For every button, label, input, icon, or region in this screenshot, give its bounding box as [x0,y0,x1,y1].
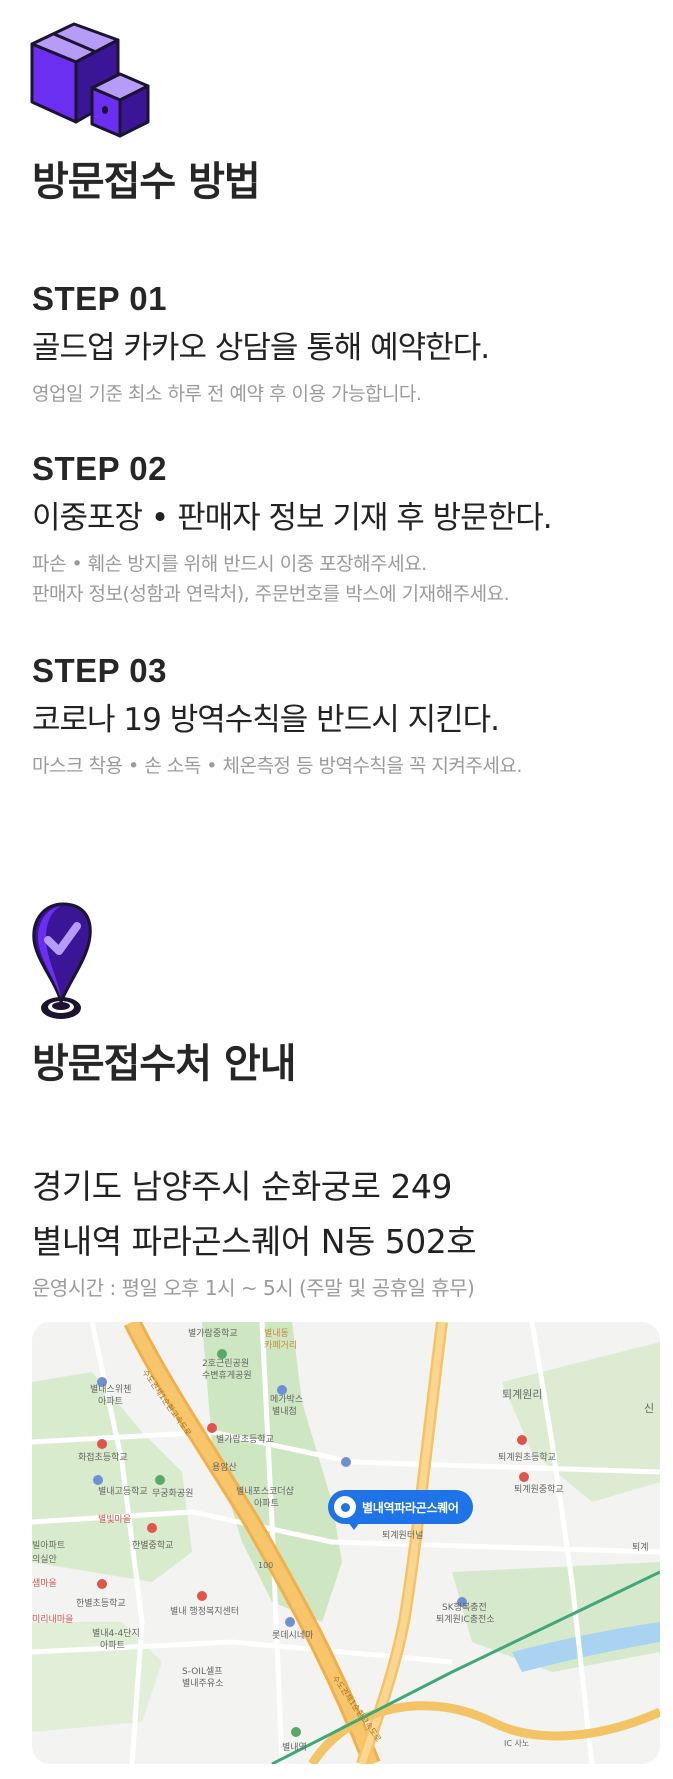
step-2: STEP 02 이중포장 • 판매자 정보 기재 후 방문한다. 파손 • 훼손… [32,452,652,610]
map-location-pin[interactable]: 별내역파라곤스퀘어 [328,1490,473,1524]
map-label: 메가박스 [270,1394,303,1405]
map-label: IC 사노 [504,1739,529,1748]
step-3: STEP 03 코로나 19 방역수칙을 반드시 지킨다. 마스크 착용 • 손… [32,654,652,781]
map-label: 한별중학교 [132,1540,173,1551]
map-label: 별내포스코더샵 [236,1486,294,1497]
map-label: 별내역 [282,1742,307,1753]
map-label: 별내4-4단지 [92,1628,140,1639]
map-label: 퇴계 [632,1541,649,1553]
map-label: 퇴계원리 [502,1388,542,1401]
map-label: 카페거리 [264,1340,297,1351]
map-label: 2호근린공원 [202,1358,249,1369]
map-label: 화접초등학교 [78,1451,128,1463]
map-label: 퇴계원초등학교 [498,1451,556,1463]
map-pin-icon [334,1496,356,1518]
map-label: 별내고등학교 [98,1486,148,1497]
step-desc: 영업일 기준 최소 하루 전 예약 후 이용 가능합니다. [32,383,422,406]
map-label: S-OIL셀프 [182,1666,223,1677]
map-label: 아파트 [98,1396,123,1407]
step-label: STEP 02 [32,450,167,487]
step-title: 골드업 카카오 상담을 통해 예약한다. [32,330,490,366]
map-label: 미리내마을 [32,1614,73,1625]
map-label: 퇴계원중학교 [514,1483,564,1495]
map-label: 무궁화공원 [152,1488,193,1499]
map-label: 롯데시네마 [272,1630,314,1641]
operating-hours: 운영시간 : 평일 오후 1시 ~ 5시 (주말 및 공휴일 휴무) [32,1276,475,1300]
map-label: 100 [258,1561,273,1570]
step-label: STEP 01 [32,280,167,317]
map-label: 퇴계원터널 [382,1529,423,1541]
location-map[interactable]: 별가람중학교 별내동 카페거리 2호근린공원 수변휴게공원 별내스위첸 아파트 … [32,1322,660,1764]
address-line-1: 경기도 남양주시 순화궁로 249 [32,1167,452,1206]
map-label: 별가람초등학교 [216,1433,274,1445]
map-label: 별내 행정복지센터 [170,1605,239,1617]
map-label: 아파트 [100,1640,125,1651]
step-title: 코로나 19 방역수칙을 반드시 지킨다. [32,702,500,738]
map-label: 퇴계원IC충전소 [436,1613,495,1625]
map-label: SK행복충전 [442,1601,487,1613]
boxes-icon [30,22,160,140]
map-label: 별내스위첸 [90,1384,131,1395]
map-label: 별내주유소 [182,1678,223,1689]
map-label: 한별초등학교 [76,1598,126,1609]
map-label: 아파트 [254,1498,279,1509]
map-pin-tail [348,1522,360,1530]
step-desc: 파손 • 훼손 방지를 위해 반드시 이중 포장해주세요. 판매자 정보(성함과… [32,553,510,606]
map-label: 별빛마을 [98,1514,131,1525]
map-label: 용암산 [212,1461,237,1473]
map-label: 샘마을 [32,1578,57,1589]
map-pin-label: 별내역파라곤스퀘어 [362,1500,459,1515]
location-check-icon [30,902,96,1024]
map-label: 신 [644,1402,654,1415]
section-title-visit-location: 방문접수처 안내 [28,1044,300,1088]
step-desc: 마스크 착용 • 손 소독 • 체온측정 등 방역수칙을 꼭 지켜주세요. [32,755,522,778]
map-label: 의실안 [32,1554,57,1565]
step-label: STEP 03 [32,652,167,689]
map-label: 별내동 [264,1328,289,1339]
section-title-visit-method: 방문접수 방법 [28,162,264,206]
step-title: 이중포장 • 판매자 정보 기재 후 방문한다. [32,500,553,536]
address-line-2: 별내역 파라곤스퀘어 N동 502호 [32,1222,477,1261]
map-label: 수변휴게공원 [202,1370,252,1381]
map-label: 별가람중학교 [188,1327,238,1339]
map-label: 빌아파트 [32,1540,65,1551]
step-1: STEP 01 골드업 카카오 상담을 통해 예약한다. 영업일 기준 최소 하… [32,282,652,409]
map-label: 별내점 [272,1405,297,1417]
